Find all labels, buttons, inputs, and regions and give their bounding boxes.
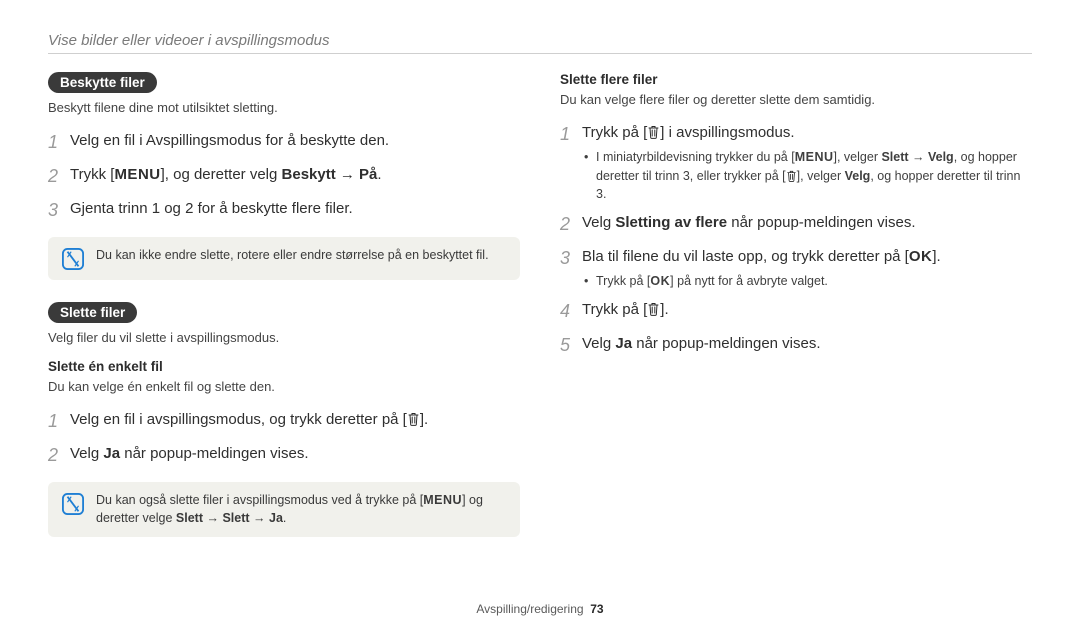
delete-single-lead: Du kan velge én enkelt fil og slette den… xyxy=(48,378,520,396)
page-number: 73 xyxy=(590,602,603,616)
protect-step-2: Trykk [MENU], og deretter velg Beskytt →… xyxy=(48,163,520,191)
text: Trykk på [ xyxy=(582,124,647,141)
content-columns: Beskytte filer Beskytt filene dine mot u… xyxy=(48,72,1032,559)
step-text: Gjenta trinn 1 og 2 for å beskytte flere… xyxy=(70,197,520,220)
text: Velg xyxy=(70,445,103,462)
text: Trykk på [ xyxy=(596,274,650,288)
text: Velg xyxy=(582,214,615,231)
sub-bullet: I miniatyrbildevisning trykker du på [ME… xyxy=(582,148,1032,202)
delete-multi-subhead: Slette flere filer xyxy=(560,72,1032,87)
delete-multi-step-3: Bla til filene du vil laste opp, og tryk… xyxy=(560,245,1032,292)
text: ]. xyxy=(660,301,668,318)
delete-single-step-2: Velg Ja når popup-meldingen vises. xyxy=(48,442,520,470)
text: Du kan også slette filer i avspillingsmo… xyxy=(96,493,423,507)
text: Velg xyxy=(582,335,615,352)
bold: Ja xyxy=(615,335,632,352)
divider xyxy=(48,53,1032,54)
footer-section: Avspilling/redigering xyxy=(476,602,583,616)
text: Trykk [ xyxy=(70,166,114,183)
step-sub-bullets: Trykk på [OK] på nytt for å avbryte valg… xyxy=(582,272,1032,290)
protect-lead: Beskytt filene dine mot utilsiktet slett… xyxy=(48,99,520,117)
trash-icon xyxy=(407,412,420,426)
delete-lead: Velg filer du vil slette i avspillingsmo… xyxy=(48,329,520,347)
page-footer: Avspilling/redigering 73 xyxy=(0,602,1080,616)
ok-key: OK xyxy=(909,248,933,265)
step-text: Velg en fil i Avspillingsmodus for å bes… xyxy=(70,129,520,152)
text: . xyxy=(283,511,286,525)
step-sub-bullets: I miniatyrbildevisning trykker du på [ME… xyxy=(582,148,1032,202)
text: . xyxy=(377,166,381,183)
page-title: Vise bilder eller videoer i avspillingsm… xyxy=(48,32,1032,49)
right-column: Slette flere filer Du kan velge flere fi… xyxy=(560,72,1032,559)
bold: Ja xyxy=(103,445,120,462)
delete-multi-step-5: Velg Ja når popup-meldingen vises. xyxy=(560,332,1032,360)
bold: Beskytt → På xyxy=(282,166,378,183)
step-text: Velg Ja når popup-meldingen vises. xyxy=(582,332,1032,355)
step-text: Bla til filene du vil laste opp, og tryk… xyxy=(582,248,941,265)
trash-icon xyxy=(647,302,660,316)
text: når popup-meldingen vises. xyxy=(727,214,915,231)
trash-icon xyxy=(647,125,660,139)
delete-single-steps: Velg en fil i avspillingsmodus, og trykk… xyxy=(48,408,520,470)
bold: Slett → Velg xyxy=(881,150,953,164)
left-column: Beskytte filer Beskytt filene dine mot u… xyxy=(48,72,520,559)
ok-key: OK xyxy=(650,274,670,288)
menu-key: MENU xyxy=(423,493,462,507)
step-text: Trykk på []. xyxy=(582,298,1032,321)
bold: Slett → Slett → Ja xyxy=(176,511,283,525)
bold: Sletting av flere xyxy=(615,214,727,231)
delete-multi-step-2: Velg Sletting av flere når popup-melding… xyxy=(560,211,1032,239)
text: når popup-meldingen vises. xyxy=(120,445,308,462)
text: ] i avspillingsmodus. xyxy=(660,124,794,141)
step-text: Velg Ja når popup-meldingen vises. xyxy=(70,442,520,465)
text: ], og deretter velg xyxy=(161,166,282,183)
delete-multi-step-4: Trykk på []. xyxy=(560,298,1032,326)
menu-key: MENU xyxy=(795,150,834,164)
delete-heading-pill: Slette filer xyxy=(48,302,137,323)
protect-heading-pill: Beskytte filer xyxy=(48,72,157,93)
text: ]. xyxy=(420,411,428,428)
protect-step-3: Gjenta trinn 1 og 2 for å beskytte flere… xyxy=(48,197,520,225)
step-text: Velg Sletting av flere når popup-melding… xyxy=(582,211,1032,234)
text: ] på nytt for å avbryte valget. xyxy=(670,274,828,288)
note-icon xyxy=(62,493,84,515)
delete-multi-step-1: Trykk på [ ] i avspillingsmodus. I miniat… xyxy=(560,121,1032,205)
note-text: Du kan også slette filer i avspillingsmo… xyxy=(96,492,506,527)
text: I miniatyrbildevisning trykker du på [ xyxy=(596,150,795,164)
text: Trykk på [ xyxy=(582,301,647,318)
protect-steps: Velg en fil i Avspillingsmodus for å bes… xyxy=(48,129,520,225)
trash-icon xyxy=(786,170,797,182)
text: ]. xyxy=(932,248,940,265)
protect-step-1: Velg en fil i Avspillingsmodus for å bes… xyxy=(48,129,520,157)
text: Velg en fil i avspillingsmodus, og trykk… xyxy=(70,411,407,428)
text: Bla til filene du vil laste opp, og tryk… xyxy=(582,248,909,265)
delete-note: Du kan også slette filer i avspillingsmo… xyxy=(48,482,520,537)
note-text: Du kan ikke endre slette, rotere eller e… xyxy=(96,247,489,265)
text: ], velger xyxy=(797,169,845,183)
menu-key: MENU xyxy=(114,166,160,183)
delete-multi-steps: Trykk på [ ] i avspillingsmodus. I miniat… xyxy=(560,121,1032,360)
step-text: Trykk på [ ] i avspillingsmodus. xyxy=(582,124,795,141)
sub-bullet: Trykk på [OK] på nytt for å avbryte valg… xyxy=(582,272,1032,290)
delete-single-subhead: Slette én enkelt fil xyxy=(48,359,520,374)
bold: Velg xyxy=(845,169,871,183)
step-text: Trykk [MENU], og deretter velg Beskytt →… xyxy=(70,163,520,186)
step-text: Velg en fil i avspillingsmodus, og trykk… xyxy=(70,408,520,431)
delete-single-step-1: Velg en fil i avspillingsmodus, og trykk… xyxy=(48,408,520,436)
protect-note: Du kan ikke endre slette, rotere eller e… xyxy=(48,237,520,280)
note-icon xyxy=(62,248,84,270)
delete-multi-lead: Du kan velge flere filer og deretter sle… xyxy=(560,91,1032,109)
text: ], velger xyxy=(834,150,882,164)
text: når popup-meldingen vises. xyxy=(632,335,820,352)
